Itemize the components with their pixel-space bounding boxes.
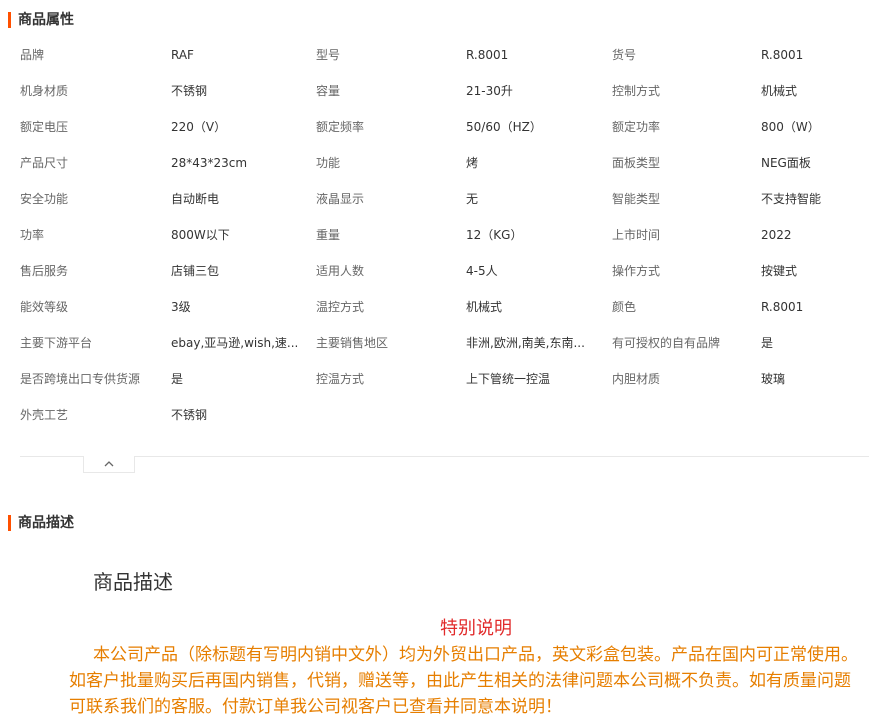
- divider: [20, 456, 869, 457]
- attribute-value: 50/60（HZ）: [466, 120, 542, 134]
- attribute-value: 上下管统一控温: [466, 372, 551, 386]
- attribute-name: 能效等级: [20, 300, 69, 314]
- attribute-name: 是否跨境出口专供货源: [20, 372, 141, 386]
- attribute-row: 品牌 RAF 型号 R.8001 货号 R.8001: [20, 37, 869, 73]
- attribute-row: 产品尺寸 28*43*23cm 功能 烤 面板类型 NEG面板: [20, 145, 869, 181]
- attribute-name: 主要下游平台: [20, 336, 93, 350]
- attribute-value: 按键式: [761, 264, 798, 278]
- attribute-value: R.8001: [466, 48, 509, 62]
- attribute-row: 安全功能 自动断电 液晶显示 无 智能类型 不支持智能: [20, 181, 869, 217]
- attributes-table: 品牌 RAF 型号 R.8001 货号 R.8001 机身材质 不锈钢 容量 21-30升 控制方式…: [20, 37, 869, 433]
- description-section-title: 商品描述: [8, 515, 74, 531]
- attribute-value: 店铺三包: [171, 264, 220, 278]
- attribute-name: 功率: [20, 228, 45, 242]
- attribute-value: 无: [466, 192, 479, 206]
- attribute-value: 800W以下: [171, 228, 230, 242]
- attribute-name: 温控方式: [316, 300, 365, 314]
- attribute-name: 控制方式: [612, 84, 661, 98]
- attribute-name: 控温方式: [316, 372, 365, 386]
- attribute-value: ebay,亚马逊,wish,速...: [171, 336, 299, 350]
- attribute-value: 不锈钢: [171, 408, 208, 422]
- attribute-name: 面板类型: [612, 156, 661, 170]
- chevron-up-icon: [104, 461, 114, 467]
- attribute-name: 功能: [316, 156, 341, 170]
- attribute-value: 220（V）: [171, 120, 227, 134]
- attributes-section-title: 商品属性: [8, 12, 74, 28]
- description-heading: 商品描述: [93, 570, 173, 594]
- notice-body: 本公司产品（除标题有写明内销中文外）均为外贸出口产品，英文彩盒包装。产品在国内可…: [69, 645, 858, 717]
- attribute-row: 功率 800W以下 重量 12（KG） 上市时间 2022: [20, 217, 869, 253]
- attribute-value: 机械式: [466, 300, 503, 314]
- attribute-row: 额定电压 220（V） 额定频率 50/60（HZ） 额定功率 800（W）: [20, 109, 869, 145]
- attribute-value: 烤: [466, 156, 479, 170]
- attribute-row: 外壳工艺 不锈钢: [20, 397, 869, 433]
- attribute-value: 21-30升: [466, 84, 513, 98]
- attribute-name: 额定电压: [20, 120, 69, 134]
- attribute-value: 是: [171, 372, 184, 386]
- attribute-name: 主要销售地区: [316, 336, 389, 350]
- attribute-value: 4-5人: [466, 264, 498, 278]
- attribute-value: 2022: [761, 228, 792, 242]
- attribute-value: 非洲,欧洲,南美,东南...: [466, 336, 585, 350]
- attribute-value: 3级: [171, 300, 191, 314]
- attribute-row: 能效等级 3级 温控方式 机械式 颜色 R.8001: [20, 289, 869, 325]
- attribute-row: 主要下游平台 ebay,亚马逊,wish,速... 主要销售地区 非洲,欧洲,南美,东…: [20, 325, 869, 361]
- attribute-name: 上市时间: [612, 228, 661, 242]
- attribute-name: 品牌: [20, 48, 45, 62]
- attribute-row: 是否跨境出口专供货源 是 控温方式 上下管统一控温 内胆材质 玻璃: [20, 361, 869, 397]
- attribute-name: 外壳工艺: [20, 408, 69, 422]
- attribute-value: R.8001: [761, 300, 804, 314]
- attribute-name: 机身材质: [20, 84, 69, 98]
- attribute-name: 额定功率: [612, 120, 661, 134]
- attribute-name: 有可授权的自有品牌: [612, 336, 721, 350]
- attribute-value: RAF: [171, 48, 194, 62]
- attribute-name: 产品尺寸: [20, 156, 69, 170]
- collapse-attributes-button[interactable]: [83, 456, 135, 473]
- attribute-name: 内胆材质: [612, 372, 661, 386]
- attribute-row: 售后服务 店铺三包 适用人数 4-5人 操作方式 按键式: [20, 253, 869, 289]
- attribute-name: 适用人数: [316, 264, 365, 278]
- attribute-name: 操作方式: [612, 264, 661, 278]
- attribute-value: R.8001: [761, 48, 804, 62]
- attribute-value: 不锈钢: [171, 84, 208, 98]
- attribute-name: 颜色: [612, 300, 637, 314]
- attribute-name: 额定频率: [316, 120, 365, 134]
- attribute-name: 重量: [316, 228, 341, 242]
- attribute-value: 不支持智能: [761, 192, 822, 206]
- notice-title: 特别说明: [440, 618, 512, 639]
- attribute-name: 货号: [612, 48, 637, 62]
- attribute-value: 是: [761, 336, 774, 350]
- attribute-name: 容量: [316, 84, 341, 98]
- attribute-name: 型号: [316, 48, 341, 62]
- attribute-name: 售后服务: [20, 264, 69, 278]
- attribute-value: 自动断电: [171, 192, 220, 206]
- attribute-row: 机身材质 不锈钢 容量 21-30升 控制方式 机械式: [20, 73, 869, 109]
- attribute-name: 安全功能: [20, 192, 69, 206]
- attribute-name: 液晶显示: [316, 192, 365, 206]
- attribute-value: NEG面板: [761, 156, 811, 170]
- attribute-value: 28*43*23cm: [171, 156, 248, 170]
- attribute-name: 智能类型: [612, 192, 661, 206]
- attribute-value: 机械式: [761, 84, 798, 98]
- attribute-value: 800（W）: [761, 120, 820, 134]
- attribute-value: 12（KG）: [466, 228, 523, 242]
- attribute-value: 玻璃: [761, 372, 786, 386]
